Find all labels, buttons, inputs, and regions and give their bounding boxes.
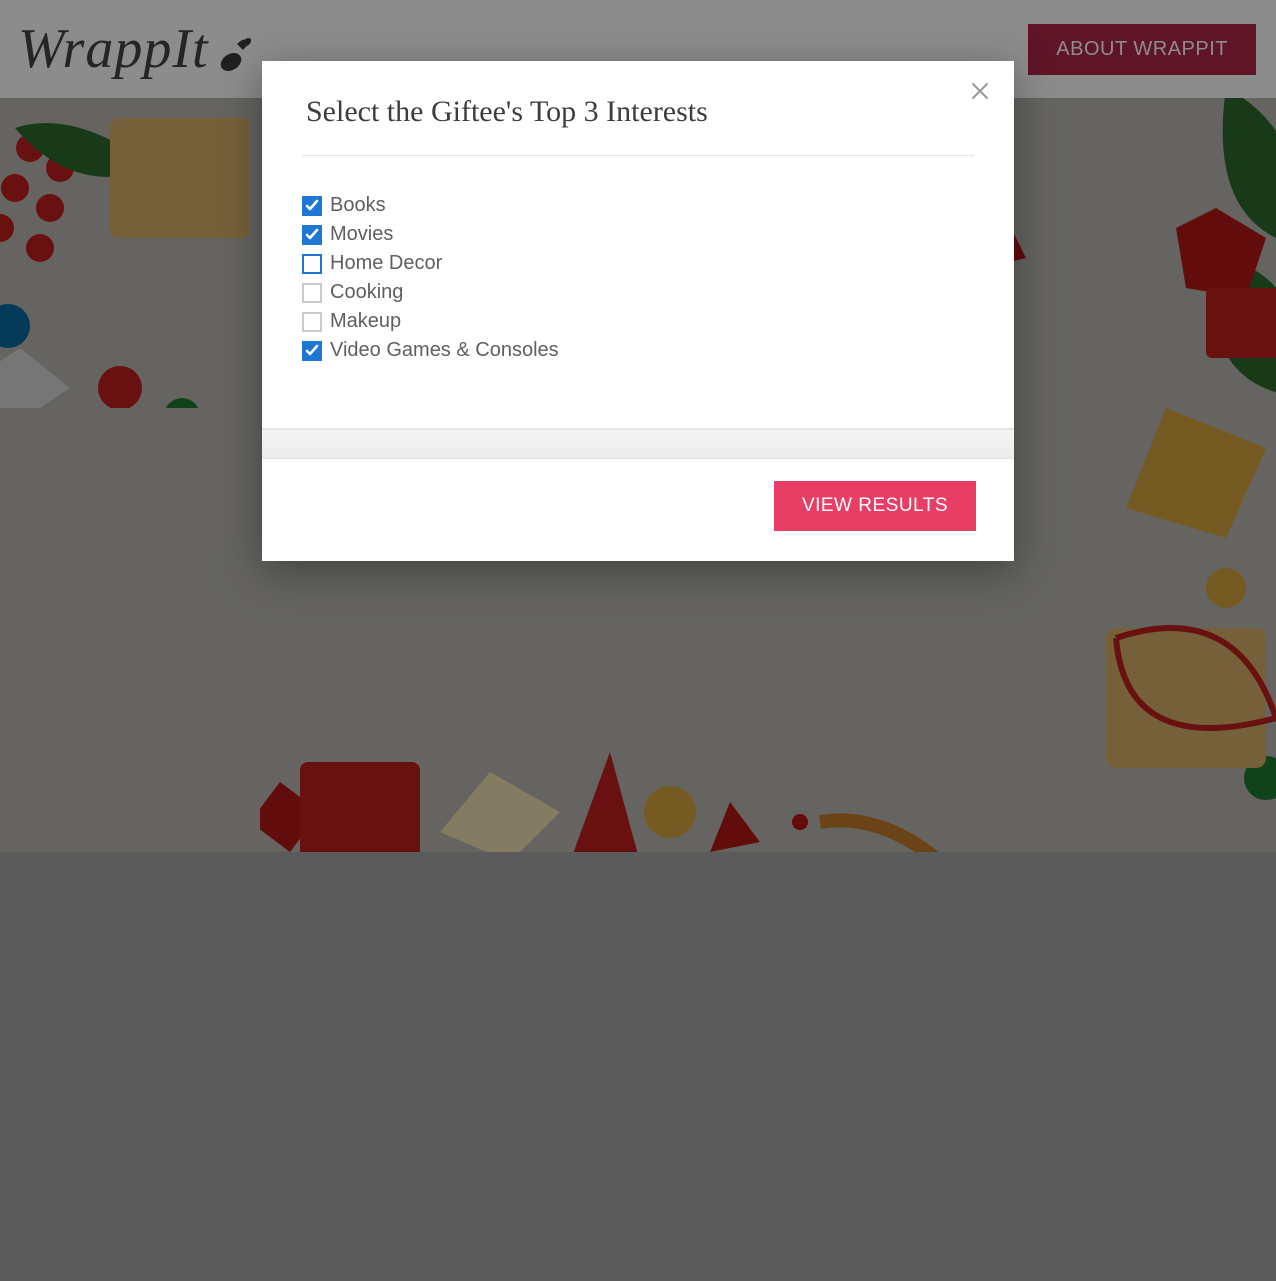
interest-checkbox[interactable] — [302, 254, 322, 274]
interest-row[interactable]: Makeup — [302, 310, 974, 333]
interest-checkbox[interactable] — [302, 312, 322, 332]
interest-row[interactable]: Video Games & Consoles — [302, 339, 974, 362]
modal-header: Select the Giftee's Top 3 Interests — [262, 61, 1014, 172]
interest-row[interactable]: Home Decor — [302, 252, 974, 275]
interests-modal: Select the Giftee's Top 3 Interests Book… — [262, 61, 1014, 561]
modal-title: Select the Giftee's Top 3 Interests — [306, 95, 974, 129]
modal-shade — [262, 429, 1014, 459]
interest-label: Makeup — [330, 310, 401, 333]
view-results-button[interactable]: VIEW RESULTS — [774, 481, 976, 531]
interest-label: Home Decor — [330, 252, 442, 275]
interest-checkbox[interactable] — [302, 225, 322, 245]
interest-checkbox[interactable] — [302, 196, 322, 216]
interest-row[interactable]: Books — [302, 194, 974, 217]
interest-label: Books — [330, 194, 386, 217]
interest-row[interactable]: Cooking — [302, 281, 974, 304]
divider — [302, 155, 974, 156]
interest-label: Video Games & Consoles — [330, 339, 559, 362]
close-icon[interactable] — [968, 79, 992, 103]
interest-row[interactable]: Movies — [302, 223, 974, 246]
interest-checkbox[interactable] — [302, 341, 322, 361]
interest-label: Movies — [330, 223, 393, 246]
interest-label: Cooking — [330, 281, 403, 304]
modal-footer: VIEW RESULTS — [262, 459, 1014, 561]
interests-list: Books Movies Home Decor Cooking Makeup Video … — [262, 172, 1014, 428]
interest-checkbox[interactable] — [302, 283, 322, 303]
